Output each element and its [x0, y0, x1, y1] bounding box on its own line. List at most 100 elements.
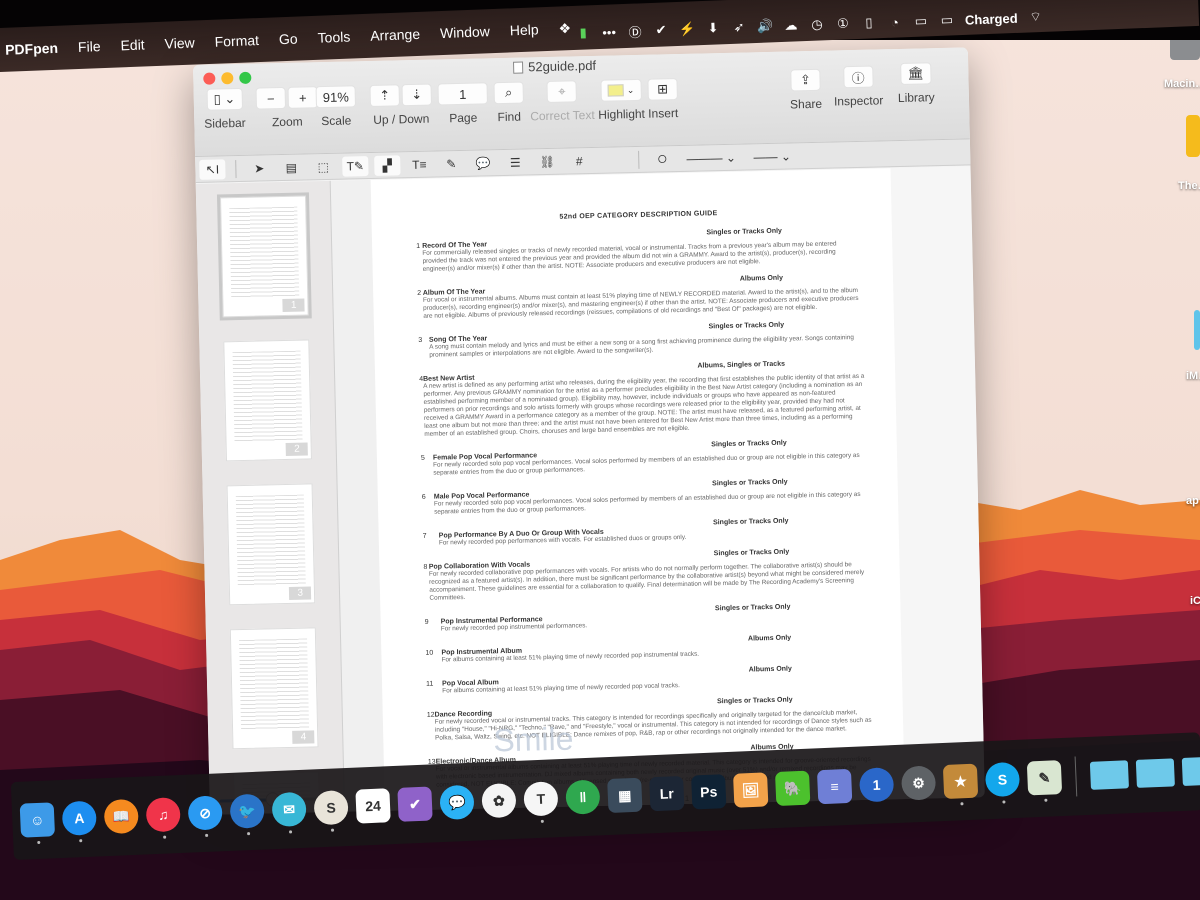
page-thumbnail[interactable]: 2	[223, 339, 312, 462]
folder-icon[interactable]	[1194, 310, 1200, 350]
menu-file[interactable]: File	[78, 38, 101, 55]
zoom-in-button[interactable]: +	[287, 86, 319, 109]
menu-tools[interactable]: Tools	[317, 29, 350, 46]
pdf-page[interactable]: 52nd OEP CATEGORY DESCRIPTION GUIDE Sing…	[370, 168, 906, 815]
script-menu-icon[interactable]: ❖	[558, 20, 571, 37]
share-button[interactable]: ⇪	[790, 68, 821, 92]
download-icon[interactable]: ⬇	[705, 20, 722, 37]
zoom-window-button[interactable]	[239, 71, 252, 84]
line-width-icon[interactable]: —— ⌄	[747, 146, 797, 167]
close-button[interactable]	[203, 72, 216, 85]
insert-button[interactable]: ⊞	[647, 78, 678, 101]
dock-script-editor[interactable]: ✎	[1026, 760, 1063, 802]
bolt-icon[interactable]: ⚡	[679, 21, 696, 38]
dock-omnifocus[interactable]: ✔	[397, 786, 433, 822]
dock-finder[interactable]: ☺	[19, 802, 56, 845]
dock-records[interactable]: ≡	[816, 768, 853, 805]
dock-system-preferences[interactable]: ⚙	[900, 765, 937, 801]
find-button[interactable]: ⌕	[493, 81, 524, 105]
marquee-icon[interactable]: ⬚	[310, 156, 336, 177]
mem-meter-icon[interactable]: ◔	[887, 14, 904, 31]
line-style-icon[interactable]: ——— ⌄	[681, 147, 741, 168]
wifi-icon[interactable]: ⌔	[1027, 9, 1044, 26]
utilities-folder-icon[interactable]	[1181, 756, 1200, 786]
dock-messages[interactable]: 💬	[439, 784, 475, 821]
link-icon[interactable]: ⛓	[534, 151, 560, 172]
dock-ibooks[interactable]: 📖	[103, 798, 139, 835]
inspector-button[interactable]: ⓘ	[842, 65, 874, 89]
menu-app-name[interactable]: PDFpen	[5, 40, 58, 58]
app-d-icon[interactable]: Ⓓ	[627, 23, 644, 39]
more-icon[interactable]: •••	[601, 24, 618, 41]
document-view[interactable]: 52nd OEP CATEGORY DESCRIPTION GUIDE Sing…	[370, 166, 985, 815]
sidebar-toggle-button[interactable]: ▯ ⌄	[206, 87, 243, 111]
dock-itunes[interactable]: ♫	[145, 797, 181, 839]
menu-arrange[interactable]: Arrange	[370, 26, 420, 44]
dock-evernote[interactable]: 🐘	[774, 770, 811, 807]
dock-calendar[interactable]: 24	[355, 788, 391, 824]
highlight-button[interactable]: ⌄	[600, 78, 642, 102]
desktop-label-im[interactable]: iM…	[1186, 370, 1200, 382]
pointer-icon[interactable]: ➤	[246, 158, 272, 179]
page-up-button[interactable]: ⇡	[369, 84, 400, 107]
zoom-out-button[interactable]: −	[255, 86, 287, 110]
checkmark-icon[interactable]: ✔	[653, 22, 670, 39]
dock-photos[interactable]: ✿	[481, 782, 517, 819]
menu-view[interactable]: View	[164, 35, 195, 52]
cpu-meter-icon[interactable]: ▭	[913, 13, 930, 30]
page-number-icon[interactable]: #	[566, 150, 592, 171]
desktop-label-the[interactable]: The…	[1178, 180, 1200, 192]
page-field[interactable]: 1	[437, 82, 488, 106]
dock-app-store[interactable]: A	[61, 800, 98, 843]
dock-safari[interactable]: ⊘	[187, 795, 223, 837]
dropbox-folder-icon[interactable]	[1089, 760, 1129, 790]
select-text-icon[interactable]: ↖I	[199, 158, 226, 180]
page-thumbnail[interactable]: 1	[216, 192, 312, 321]
page-thumbnail[interactable]: 3	[226, 483, 316, 606]
rocket-icon[interactable]: ➶	[731, 19, 748, 36]
dock-typora[interactable]: T	[523, 781, 559, 823]
dock-preview[interactable]: 🖼	[733, 772, 769, 808]
applications-folder-icon[interactable]	[1135, 758, 1175, 788]
note-icon[interactable]: ☰	[502, 152, 528, 173]
dock-1password[interactable]: 1	[858, 767, 895, 803]
cloud-icon[interactable]: ☁	[783, 17, 800, 34]
page-down-button[interactable]: ⇣	[401, 83, 432, 107]
dock-photoshop[interactable]: Ps	[691, 774, 727, 810]
correct-text-button[interactable]: ⌖	[546, 80, 578, 103]
library-button[interactable]: 🏛	[900, 62, 932, 85]
comment-icon[interactable]: 💬	[470, 153, 496, 174]
volume-icon[interactable]: 🔊	[757, 18, 774, 35]
onepassword-icon[interactable]: ①	[835, 16, 852, 33]
pen-icon[interactable]: ✎	[438, 153, 464, 174]
text-box-icon[interactable]: T≡	[406, 154, 432, 175]
dock-tweetbot[interactable]: 🐦	[229, 793, 265, 836]
dock-tally[interactable]: ▦	[607, 777, 643, 814]
scale-field[interactable]: 91%	[315, 85, 357, 109]
battery-level-icon[interactable]: ▮	[575, 25, 592, 42]
battery-icon[interactable]: ▭	[939, 12, 956, 29]
menu-format[interactable]: Format	[214, 32, 259, 50]
dock-skype[interactable]: S	[984, 761, 1021, 804]
desktop-label-macintosh-hd[interactable]: Macin…	[1164, 78, 1200, 90]
dock-slack[interactable]: S	[313, 789, 349, 832]
dock-pushbullet[interactable]: ‖	[565, 779, 601, 815]
menu-edit[interactable]: Edit	[120, 36, 145, 53]
circle-shape-icon[interactable]: ○	[649, 148, 675, 170]
battery-status[interactable]: Charged	[965, 10, 1018, 27]
desktop-label-ap[interactable]: ap…	[1186, 495, 1200, 507]
ssd-meter-icon[interactable]: ▯	[861, 15, 878, 32]
clock-check-icon[interactable]: ◷	[809, 16, 826, 33]
redact-icon[interactable]: ▞	[374, 154, 401, 176]
ocr-select-icon[interactable]: ▤	[278, 157, 304, 178]
menu-go[interactable]: Go	[279, 31, 298, 48]
dock-delicious-library[interactable]: ★	[942, 763, 979, 806]
dock-lightroom[interactable]: Lr	[649, 775, 685, 812]
page-thumbnail[interactable]: 4	[229, 627, 319, 750]
menu-help[interactable]: Help	[509, 21, 538, 38]
menu-window[interactable]: Window	[440, 23, 490, 41]
text-edit-icon[interactable]: T✎	[342, 155, 369, 177]
minimize-button[interactable]	[221, 72, 234, 85]
desktop-label-ic[interactable]: iC…	[1190, 595, 1200, 607]
folder-icon[interactable]	[1186, 115, 1200, 157]
